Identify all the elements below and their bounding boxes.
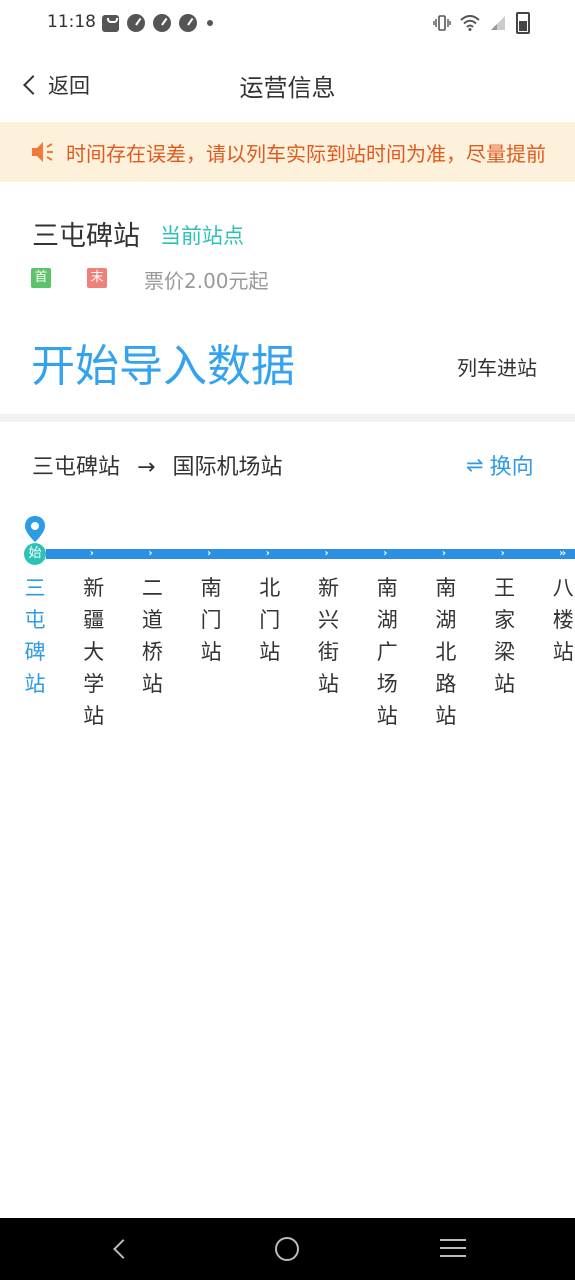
line-station[interactable]: 北门站: [257, 572, 283, 668]
track-arrow-icon: ›: [265, 548, 270, 559]
train-arrival-label: 列车进站: [457, 356, 537, 380]
start-station-badge: 始: [24, 543, 46, 565]
switch-direction-label: 换向: [489, 455, 534, 480]
status-system-icons: [433, 12, 530, 34]
gauge-icon: [179, 14, 197, 32]
line-track: [46, 549, 575, 559]
system-nav-bar: [0, 1218, 575, 1280]
line-station[interactable]: 三屯碑站: [22, 572, 48, 700]
last-train-badge: 末: [87, 268, 107, 288]
current-station-tag: 当前站点: [160, 224, 244, 248]
more-notifications-icon: [207, 20, 213, 26]
status-bar: 11:18: [0, 0, 575, 48]
location-pin-icon: [25, 516, 45, 542]
status-notification-icons: [102, 14, 213, 32]
system-back-icon[interactable]: [113, 1239, 133, 1259]
nav-bar: 返回 运营信息: [0, 48, 575, 122]
line-station[interactable]: 南湖广场站: [374, 572, 400, 732]
line-station[interactable]: 南湖北路站: [433, 572, 459, 732]
shopping-bag-icon: [102, 14, 119, 32]
line-station[interactable]: 新疆大学站: [81, 572, 107, 732]
track-arrow-icon: ›: [500, 548, 505, 559]
line-station[interactable]: 南门站: [198, 572, 224, 668]
route-from: 三屯碑站: [32, 455, 121, 480]
track-arrow-icon: ›: [207, 548, 212, 559]
system-home-icon[interactable]: [275, 1237, 299, 1261]
vibrate-icon: [433, 15, 451, 31]
line-station[interactable]: 八楼站: [550, 572, 575, 668]
track-arrow-icon: ›: [383, 548, 388, 559]
line-station[interactable]: 二道桥站: [139, 572, 165, 700]
gauge-icon: [127, 14, 145, 32]
fare-info: 票价2.00元起: [144, 269, 269, 293]
route-arrow-icon: →: [137, 455, 156, 480]
speaker-icon: [32, 142, 53, 162]
signal-icon: [491, 16, 505, 30]
section-divider: [0, 414, 575, 422]
track-arrow-icon: ›: [441, 548, 447, 559]
wifi-icon: [460, 15, 480, 31]
first-train-badge: 首: [31, 268, 51, 288]
route-direction: 三屯碑站 → 国际机场站: [32, 449, 282, 481]
route-to: 国际机场站: [172, 455, 283, 480]
switch-direction-button[interactable]: ⇌ 换向: [466, 449, 534, 481]
gauge-icon: [153, 14, 171, 32]
track-arrow-icon: ›: [324, 548, 329, 559]
notice-text: 时间存在误差，请以列车实际到站时间为准，尽量提前: [66, 142, 546, 166]
route-header: 三屯碑站 → 国际机场站 ⇌ 换向: [0, 422, 575, 502]
track-arrow-icon: ›: [562, 548, 567, 559]
system-menu-icon[interactable]: [440, 1239, 466, 1259]
notice-banner: 时间存在误差，请以列车实际到站时间为准，尽量提前: [0, 122, 575, 182]
swap-arrows-icon: ⇌: [466, 453, 484, 477]
status-time: 11:18: [47, 12, 96, 32]
page-title: 运营信息: [239, 74, 336, 102]
line-station[interactable]: 王家梁站: [492, 572, 518, 700]
line-station[interactable]: 新兴街站: [316, 572, 342, 700]
station-name: 三屯碑站: [32, 221, 140, 252]
track-arrow-icon: ›: [148, 548, 153, 559]
battery-icon: [516, 12, 530, 34]
track-arrow-icon: ›: [89, 548, 94, 559]
station-card: 三屯碑站 当前站点 首 末 票价2.00元起 开始导入数据 列车进站: [0, 182, 575, 414]
import-data-button[interactable]: 开始导入数据: [31, 330, 295, 394]
line-diagram: 始 三屯碑站 新疆大学站 › 二道桥站 › 南门站 › 北门站 › 新兴街站 › 南湖广场站 › 南湖北路…: [0, 502, 575, 762]
